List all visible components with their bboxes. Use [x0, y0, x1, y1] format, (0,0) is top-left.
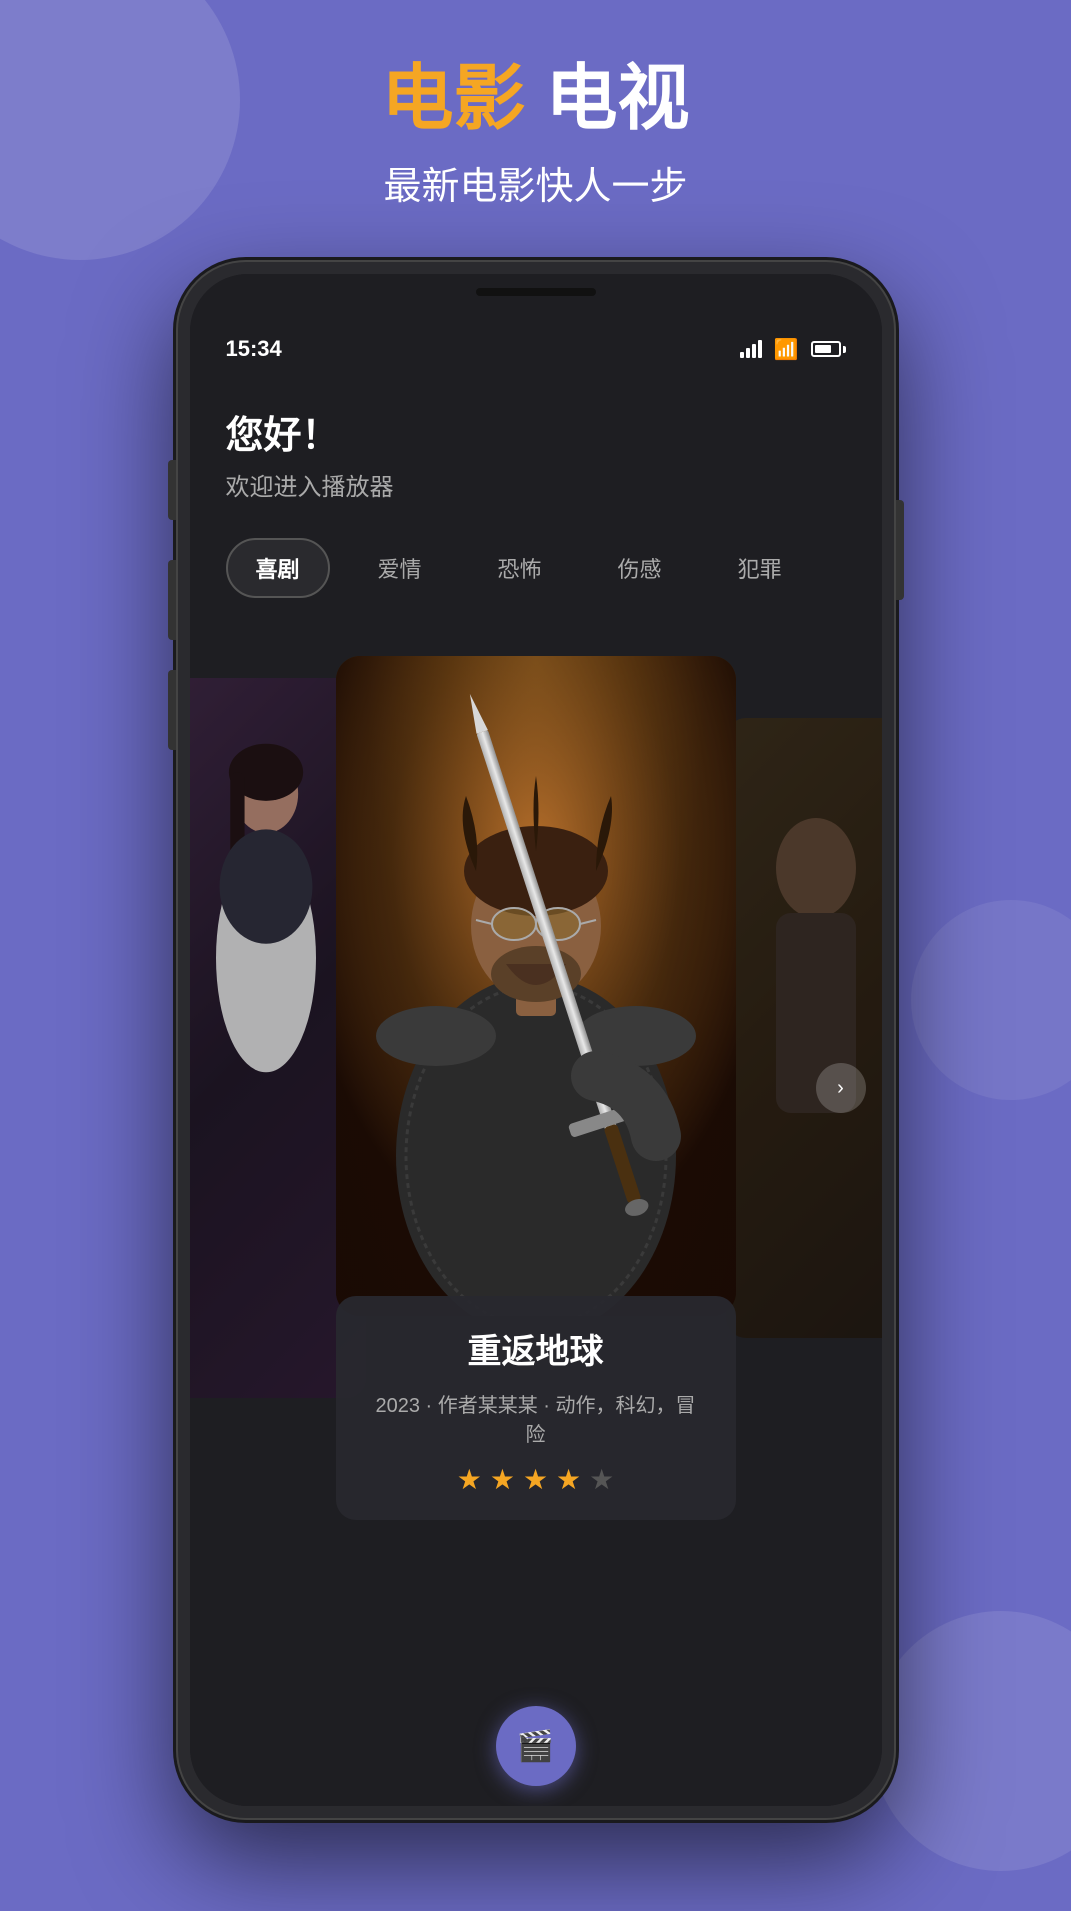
header-section: 电影 电视 最新电影快人一步: [0, 60, 1071, 210]
greeting-subtitle: 欢迎进入播放器: [226, 467, 846, 502]
header-subtitle: 最新电影快人一步: [0, 155, 1071, 210]
next-card-button[interactable]: ›: [816, 1063, 866, 1113]
phone-volume-up-button: [168, 560, 176, 640]
phone-speaker: [476, 288, 596, 296]
star-5: ★: [589, 1463, 614, 1496]
featured-movie-image: [336, 656, 736, 1316]
header-title: 电影 电视: [0, 60, 1071, 139]
featured-movie-card[interactable]: 重返地球 2023 · 作者某某某 · 动作，科幻，冒险 ★ ★ ★ ★ ★: [336, 656, 736, 1520]
female-figure-icon: [190, 708, 346, 1208]
status-bar: 15:34 📶: [190, 324, 882, 374]
signal-icon: [740, 340, 762, 358]
movie-meta: 2023 · 作者某某某 · 动作，科幻，冒险: [366, 1389, 706, 1447]
genre-tab-crime[interactable]: 犯罪: [710, 540, 810, 596]
genre-tab-sad[interactable]: 伤感: [590, 540, 690, 596]
star-3: ★: [523, 1463, 548, 1496]
right-card-figure-icon: [726, 718, 882, 1338]
greeting-title: 您好！: [226, 404, 846, 459]
phone-power-button: [896, 500, 904, 600]
phone-top-bar: [190, 274, 882, 324]
genre-tab-horror[interactable]: 恐怖: [470, 540, 570, 596]
star-2: ★: [490, 1463, 515, 1496]
star-1: ★: [457, 1463, 482, 1496]
phone-mockup: 15:34 📶: [176, 260, 896, 1820]
movie-nav-icon: 🎬: [517, 1729, 554, 1764]
greeting-section: 您好！ 欢迎进入播放器: [226, 374, 846, 502]
status-time: 15:34: [226, 336, 282, 362]
header-title-tv: 电视: [546, 59, 690, 139]
genre-tabs: 喜剧 爱情 恐怖 伤感 犯罪: [226, 538, 846, 598]
header-title-movie: 电影: [381, 59, 525, 139]
genre-tab-romance[interactable]: 爱情: [350, 540, 450, 596]
status-icons: 📶: [740, 337, 846, 362]
warrior-illustration: [336, 656, 736, 1316]
bottom-navigation: 🎬: [190, 1706, 882, 1786]
phone-mute-button: [168, 460, 176, 520]
genre-tab-comedy[interactable]: 喜剧: [226, 538, 330, 598]
movies-carousel: ›: [226, 638, 846, 1538]
bg-decoration-circle-mr: [911, 900, 1071, 1100]
bg-decoration-circle-br: [871, 1611, 1071, 1871]
battery-icon: [811, 341, 846, 357]
phone-volume-down-button: [168, 670, 176, 750]
home-nav-button[interactable]: 🎬: [496, 1706, 576, 1786]
movie-card-right[interactable]: [726, 718, 882, 1338]
movie-info-card: 重返地球 2023 · 作者某某某 · 动作，科幻，冒险 ★ ★ ★ ★ ★: [336, 1296, 736, 1520]
movie-title: 重返地球: [366, 1324, 706, 1373]
app-content: 您好！ 欢迎进入播放器 喜剧 爱情 恐怖 伤感 犯罪: [190, 374, 882, 1806]
phone-screen: 15:34 📶: [190, 274, 882, 1806]
star-4: ★: [556, 1463, 581, 1496]
wifi-icon: 📶: [774, 337, 799, 362]
movie-rating: ★ ★ ★ ★ ★: [366, 1463, 706, 1496]
